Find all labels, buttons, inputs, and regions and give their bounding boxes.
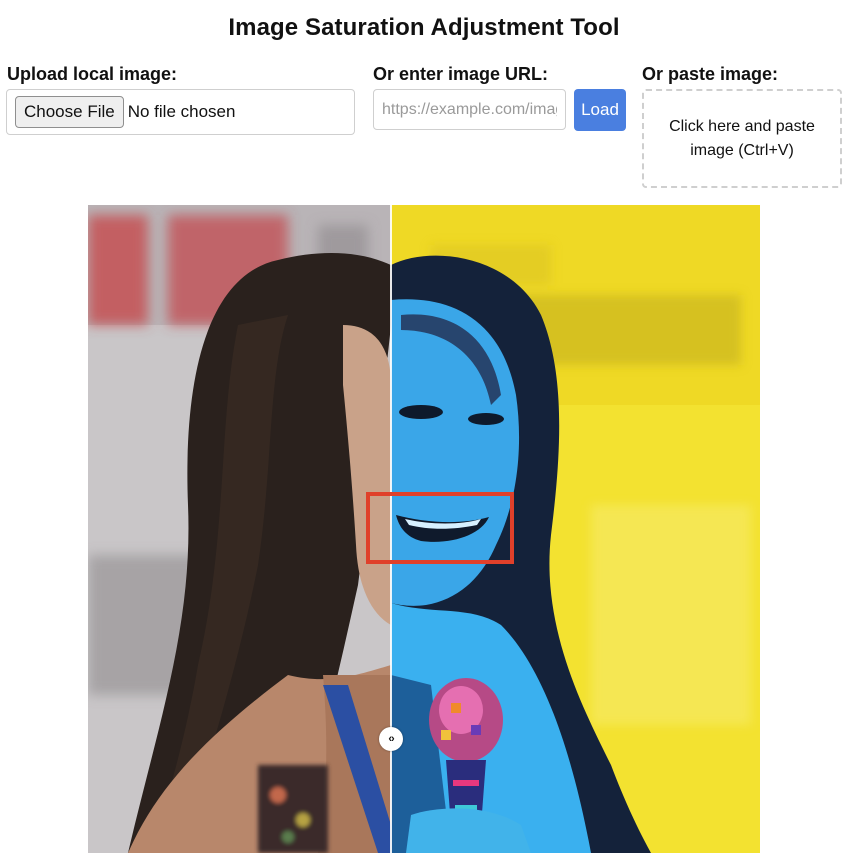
original-image-pane [88,205,391,853]
choose-file-button[interactable]: Choose File [15,96,124,128]
file-input[interactable]: Choose File No file chosen [6,89,355,135]
comparison-view: ‹› [88,205,760,853]
page-title: Image Saturation Adjustment Tool [228,14,620,41]
paste-hint: Click here and paste image (Ctrl+V) [669,117,815,159]
file-status-text: No file chosen [127,102,236,121]
original-photo [88,205,391,853]
page: Image Saturation Adjustment Tool Upload … [0,0,852,853]
url-input[interactable] [373,89,566,130]
paste-label: Or paste image: [642,64,779,84]
slider-handle[interactable]: ‹› [379,727,403,751]
paste-area[interactable]: Click here and paste image (Ctrl+V) [642,89,842,188]
load-button[interactable]: Load [574,89,626,131]
url-label: Or enter image URL: [373,64,549,84]
highlight-box [366,492,514,564]
upload-label: Upload local image: [7,64,178,84]
